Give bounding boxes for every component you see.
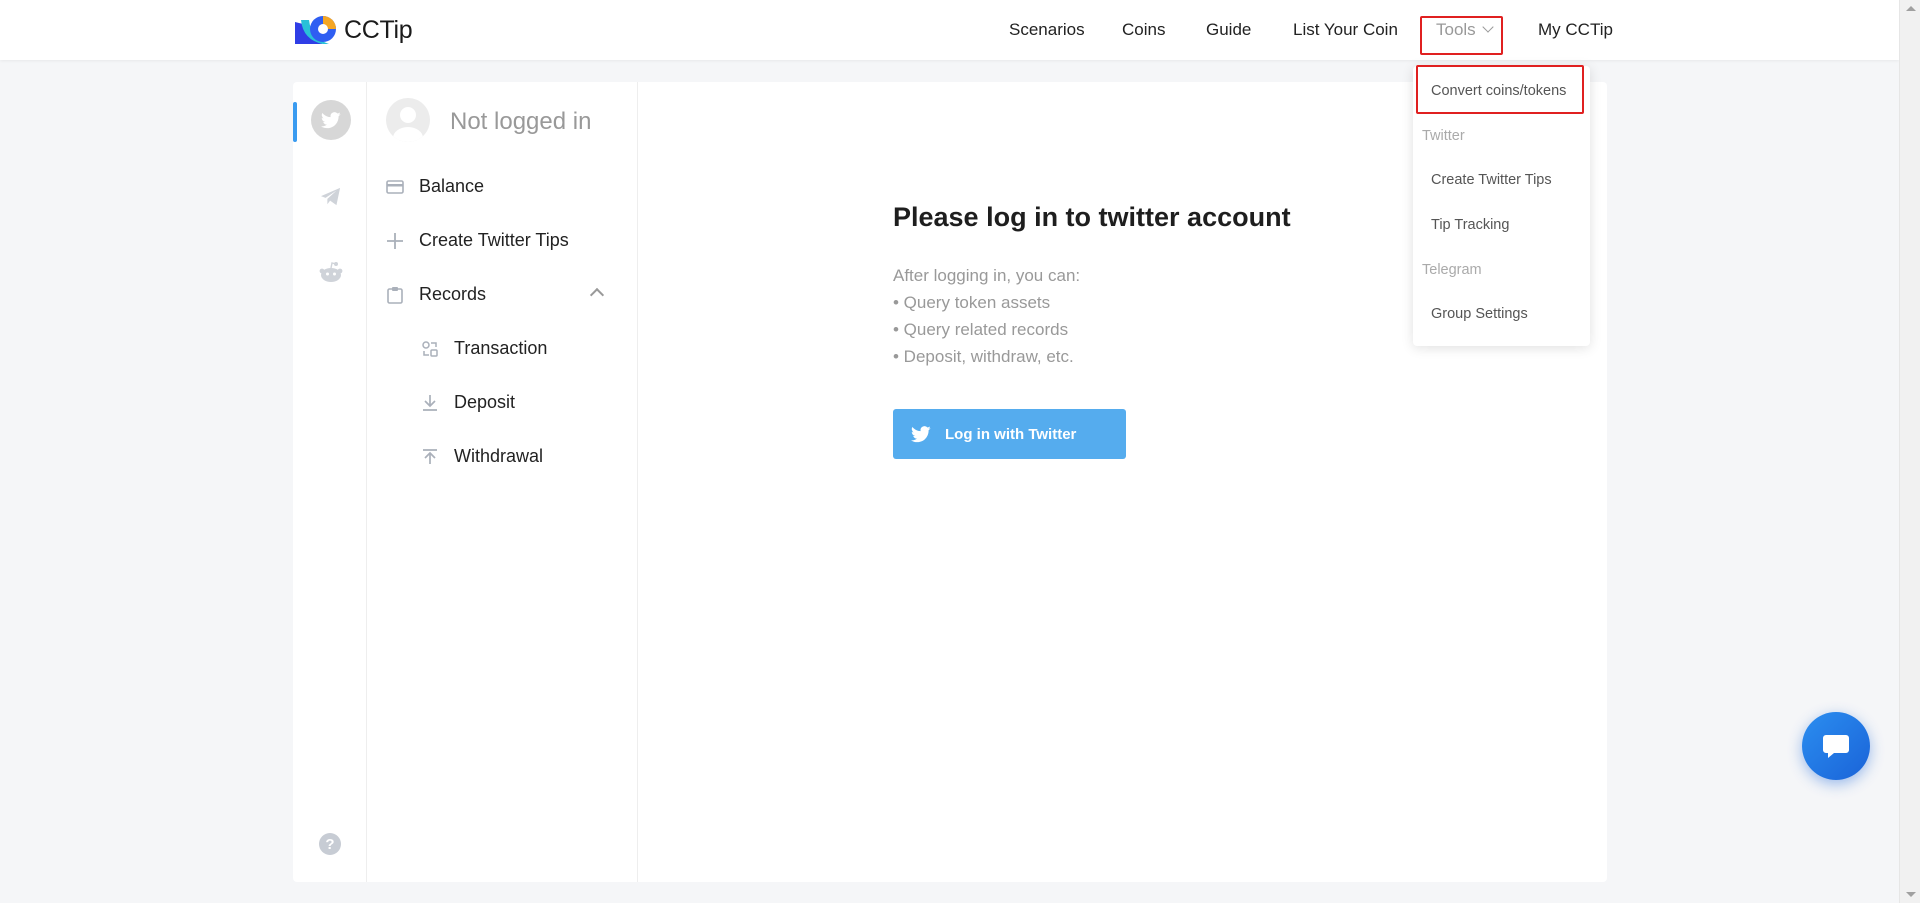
active-indicator [293, 102, 297, 142]
nav-coins[interactable]: Coins [1122, 20, 1165, 40]
nav-list-your-coin[interactable]: List Your Coin [1293, 20, 1398, 40]
main-nav: Scenarios Coins Guide List Your Coin Too… [0, 0, 1899, 60]
chat-icon [1823, 735, 1849, 758]
menu-withdrawal[interactable]: Withdrawal [420, 446, 543, 467]
menu-deposit-label: Deposit [454, 392, 516, 412]
card-icon [385, 177, 405, 197]
transaction-icon [420, 339, 440, 359]
login-with-twitter-button[interactable]: Log in with Twitter [893, 409, 1126, 459]
tools-dropdown: Convert coins/tokens Twitter Create Twit… [1413, 66, 1590, 346]
menu-deposit[interactable]: Deposit [420, 392, 515, 413]
menu-withdrawal-label: Withdrawal [454, 446, 544, 466]
menu-transaction[interactable]: Transaction [420, 338, 547, 359]
platform-rail: ? [293, 82, 367, 882]
menu-convert-coins[interactable]: Convert coins/tokens [1431, 83, 1566, 99]
login-benefits: After logging in, you can: • Query token… [893, 262, 1080, 370]
nav-tools[interactable]: Tools [1436, 20, 1494, 40]
top-header: CCTip Scenarios Coins Guide List Your Co… [0, 0, 1899, 60]
group-twitter: Twitter [1422, 128, 1465, 144]
plus-icon [385, 231, 405, 251]
chat-button[interactable] [1802, 712, 1870, 780]
nav-scenarios[interactable]: Scenarios [1009, 20, 1085, 40]
nav-tools-label: Tools [1436, 20, 1476, 39]
twitter-icon[interactable] [311, 100, 351, 140]
benefit-item: • Query related records [893, 320, 1069, 339]
menu-balance[interactable]: Balance [385, 176, 484, 197]
account-menu: Not logged in Balance Create Twitter Tip… [367, 82, 638, 882]
clipboard-icon [385, 285, 405, 305]
download-icon [420, 393, 440, 413]
nav-my-cctip[interactable]: My CCTip [1538, 20, 1613, 40]
menu-create-twitter-tips-label: Create Twitter Tips [419, 230, 569, 250]
menu-create-twitter-tips[interactable]: Create Twitter Tips [385, 230, 569, 251]
dashboard-card: ? Not logged in Balance Create Twitter T… [293, 82, 1607, 882]
page-title: Please log in to twitter account [893, 202, 1291, 232]
nav-guide[interactable]: Guide [1206, 20, 1251, 40]
benefit-item: • Query token assets [893, 293, 1051, 312]
login-button-label: Log in with Twitter [945, 425, 1077, 443]
reddit-icon[interactable] [311, 252, 351, 292]
menu-create-twitter-tips-tool[interactable]: Create Twitter Tips [1431, 172, 1552, 188]
menu-records-label: Records [419, 284, 487, 304]
benefits-intro: After logging in, you can: [893, 266, 1081, 285]
chevron-down-icon [1482, 21, 1494, 33]
scroll-up-icon[interactable] [1906, 6, 1916, 11]
benefit-item: • Deposit, withdraw, etc. [893, 347, 1074, 366]
menu-records[interactable]: Records [385, 284, 486, 305]
twitter-icon [911, 425, 931, 443]
page-scrollbar[interactable] [1899, 0, 1920, 903]
avatar [386, 98, 430, 142]
menu-balance-label: Balance [419, 176, 485, 196]
upload-icon [420, 447, 440, 467]
group-telegram: Telegram [1422, 262, 1482, 278]
menu-tip-tracking[interactable]: Tip Tracking [1431, 217, 1509, 233]
chevron-up-icon[interactable] [589, 287, 605, 303]
menu-group-settings[interactable]: Group Settings [1431, 306, 1528, 322]
help-icon[interactable]: ? [319, 833, 341, 855]
scroll-down-icon[interactable] [1906, 892, 1916, 897]
profile-status: Not logged in [450, 108, 592, 135]
telegram-icon[interactable] [311, 177, 351, 217]
menu-transaction-label: Transaction [454, 338, 548, 358]
